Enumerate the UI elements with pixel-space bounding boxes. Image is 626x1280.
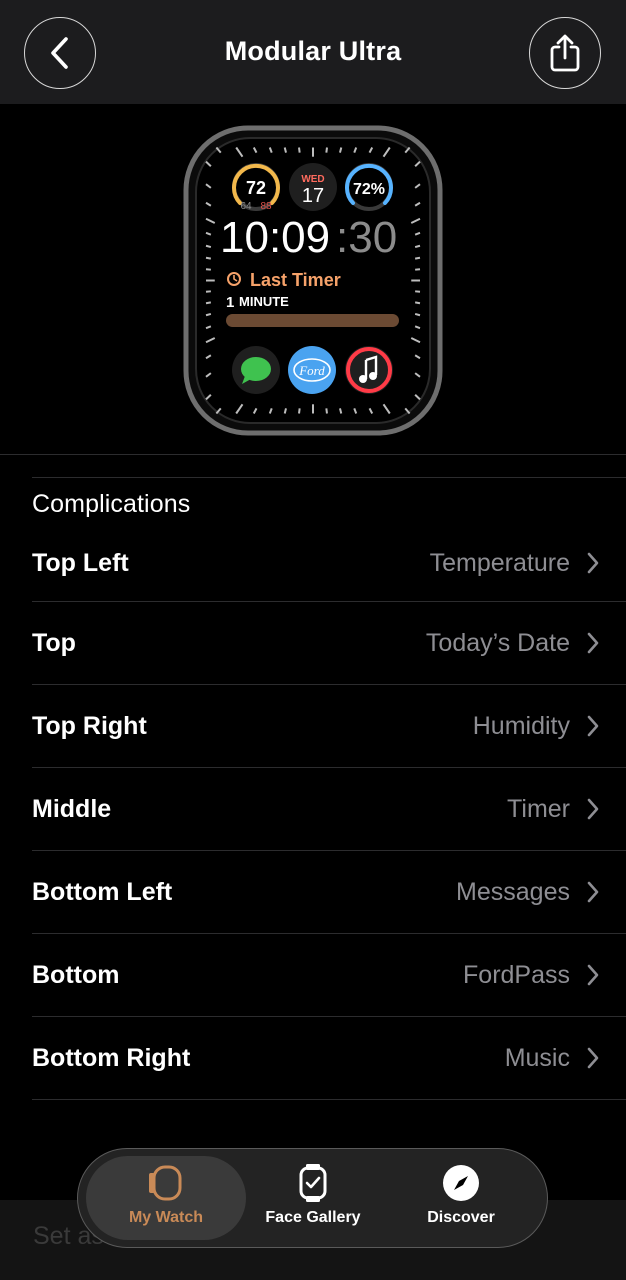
row-value: FordPass xyxy=(463,961,570,989)
music-complication xyxy=(345,346,393,394)
svg-text:Last Timer: Last Timer xyxy=(250,270,341,290)
svg-text:88: 88 xyxy=(260,201,272,212)
row-value: Humidity xyxy=(472,712,570,740)
bezel-tick xyxy=(414,312,421,317)
watch-face-preview: 72 64 88 WED 17 72% 10:09 :30 Last Timer… xyxy=(0,104,626,454)
bezel-tick xyxy=(298,147,301,153)
bezel-tick xyxy=(205,301,212,305)
nav-header: Modular Ultra xyxy=(0,0,626,104)
chevron-right-icon xyxy=(587,1047,599,1069)
bezel-tick xyxy=(414,256,421,260)
watch-face-graphic: 72 64 88 WED 17 72% 10:09 :30 Last Timer… xyxy=(183,125,443,436)
share-button[interactable] xyxy=(529,17,601,89)
row-label: Top Left xyxy=(32,549,129,577)
bezel-tick xyxy=(283,408,287,414)
tab-label: Discover xyxy=(427,1209,495,1226)
face-gallery-icon xyxy=(299,1164,327,1202)
bezel-tick xyxy=(205,244,212,249)
divider xyxy=(0,454,626,455)
svg-text:1: 1 xyxy=(226,294,234,311)
tab-label: Face Gallery xyxy=(265,1209,361,1226)
seconds-display: :30 xyxy=(336,213,397,262)
bezel-tick xyxy=(325,408,328,414)
bezel-tick xyxy=(414,244,421,249)
complication-row-bottom[interactable]: Bottom FordPass xyxy=(32,934,626,1017)
row-label: Top xyxy=(32,629,76,657)
temp-value: 72 xyxy=(246,178,266,198)
tab-bar: My Watch Face Gallery Discover xyxy=(77,1148,548,1248)
row-label: Bottom xyxy=(32,961,120,989)
tab-label: My Watch xyxy=(128,1209,204,1226)
complication-row-middle[interactable]: Middle Timer xyxy=(32,768,626,851)
row-value: Timer xyxy=(507,795,570,823)
time-display: 10:09 xyxy=(220,213,330,262)
row-value: Today’s Date xyxy=(425,629,570,657)
complication-row-bottom-right[interactable]: Bottom Right Music xyxy=(32,1017,626,1100)
section-header: Complications xyxy=(32,490,191,518)
bezel-tick xyxy=(325,147,328,153)
chevron-right-icon xyxy=(587,632,599,654)
row-value: Messages xyxy=(456,878,570,906)
chevron-right-icon xyxy=(587,552,599,574)
row-label: Middle xyxy=(32,795,112,823)
bezel-tick xyxy=(339,147,343,153)
bezel-tick xyxy=(298,408,301,414)
svg-text:WED: WED xyxy=(301,174,324,185)
tab-face-gallery[interactable]: Face Gallery xyxy=(238,1155,388,1241)
bezel-tick xyxy=(414,301,421,305)
complication-row-top-left[interactable]: Top Left Temperature xyxy=(32,528,626,602)
complications-list: Complications Top Left Temperature Top T… xyxy=(32,477,626,1100)
bezel-tick xyxy=(205,256,212,260)
chevron-right-icon xyxy=(587,964,599,986)
bezel-tick xyxy=(205,312,212,317)
tab-discover[interactable]: Discover xyxy=(386,1155,536,1241)
date-complication: WED 17 xyxy=(289,163,337,211)
messages-complication xyxy=(232,346,280,394)
svg-text:MINUTE: MINUTE xyxy=(239,294,289,309)
watch-icon xyxy=(149,1165,182,1201)
chevron-right-icon xyxy=(587,881,599,903)
complication-row-bottom-left[interactable]: Bottom Left Messages xyxy=(32,851,626,934)
row-label: Top Right xyxy=(32,712,147,740)
bezel-tick xyxy=(339,408,343,414)
complication-row-top-right[interactable]: Top Right Humidity xyxy=(32,685,626,768)
chevron-right-icon xyxy=(587,715,599,737)
tab-my-watch[interactable]: My Watch xyxy=(86,1155,246,1241)
row-value: Music xyxy=(504,1044,570,1072)
svg-text:Ford: Ford xyxy=(298,363,325,378)
chevron-right-icon xyxy=(587,798,599,820)
svg-text:64: 64 xyxy=(240,201,252,212)
svg-text:17: 17 xyxy=(302,185,324,207)
svg-text:72%: 72% xyxy=(353,181,385,198)
complication-row-top[interactable]: Top Today’s Date xyxy=(32,602,626,685)
fordpass-complication: Ford xyxy=(288,346,336,394)
row-label: Bottom Right xyxy=(32,1044,191,1072)
bezel-tick xyxy=(283,147,287,153)
share-icon xyxy=(550,34,580,72)
row-value: Temperature xyxy=(429,549,570,577)
row-label: Bottom Left xyxy=(32,878,173,906)
compass-icon xyxy=(443,1165,479,1201)
